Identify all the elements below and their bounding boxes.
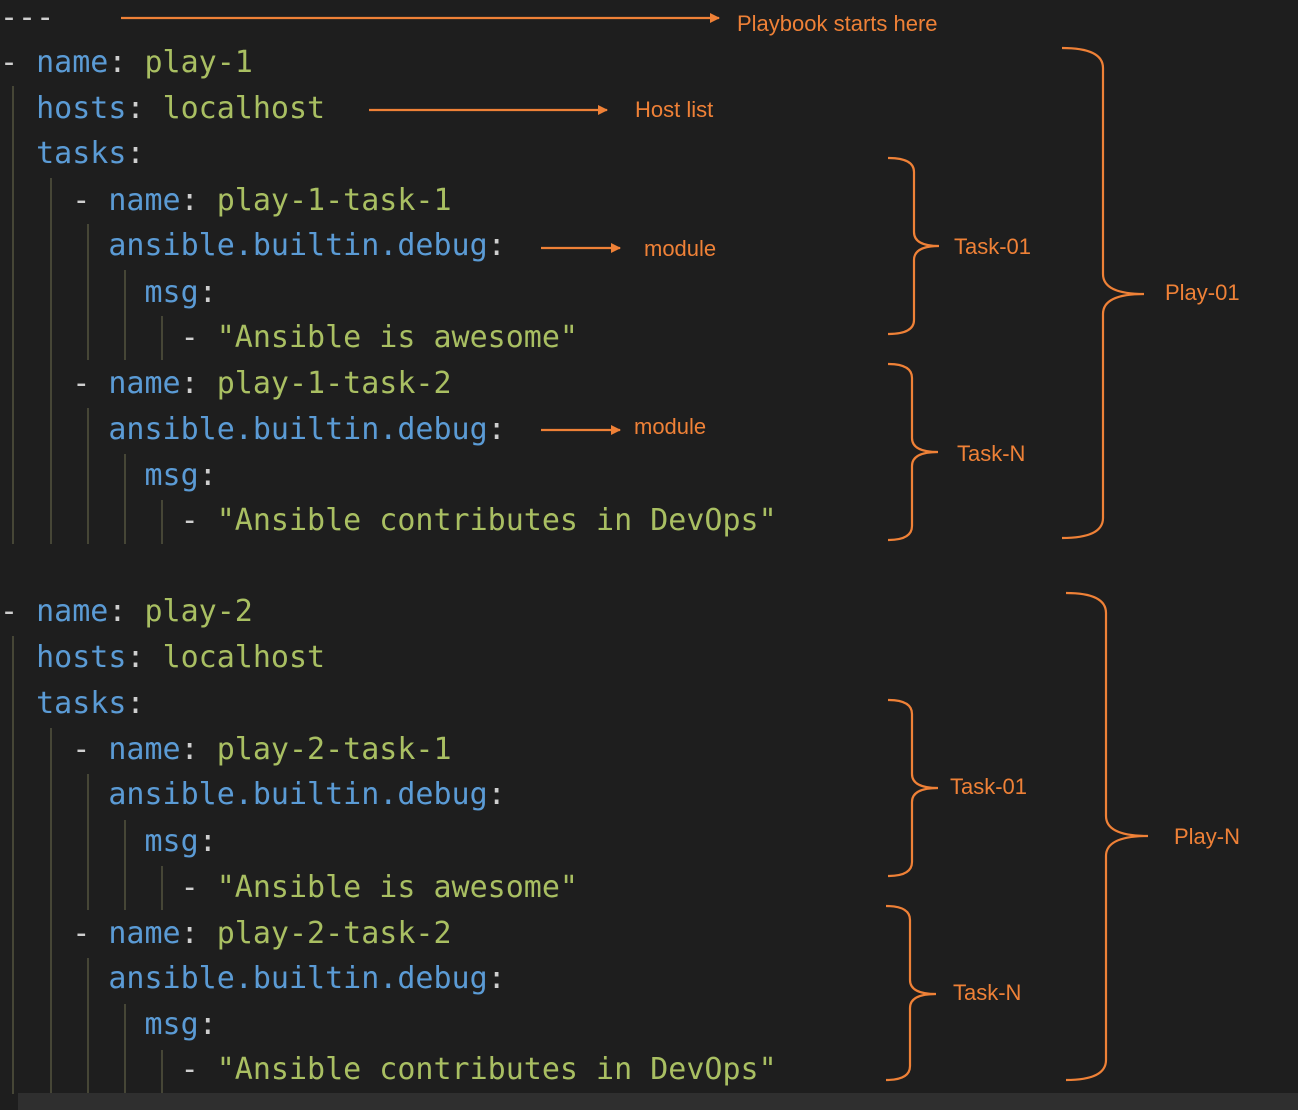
annotation-layer bbox=[121, 13, 1149, 1082]
module-label: module bbox=[644, 236, 717, 261]
code-annotation-diagram: --- - name: play-1 hosts: localhost task… bbox=[0, 0, 1298, 1110]
brace-play-1 bbox=[1061, 46, 1145, 540]
brace-play-1-task-1 bbox=[887, 156, 940, 336]
task-01-label: Task-01 bbox=[950, 774, 1028, 799]
task-n-label: Task-N bbox=[957, 441, 1026, 466]
brace-play-1-task-n bbox=[887, 362, 939, 542]
module-label: module bbox=[634, 414, 707, 439]
play-n-label: Play-N bbox=[1174, 824, 1241, 849]
task-n-label: Task-N bbox=[953, 980, 1022, 1005]
play-01-label: Play-01 bbox=[1165, 280, 1240, 305]
brace-play-2-task-1 bbox=[887, 698, 939, 878]
brace-play-2-task-n bbox=[885, 904, 937, 1082]
host-list-label: Host list bbox=[635, 97, 714, 122]
brace-play-n bbox=[1065, 591, 1149, 1082]
playbook-start-label: Playbook starts here bbox=[737, 11, 938, 36]
horizontal-scrollbar[interactable] bbox=[18, 1093, 1298, 1110]
task-01-label: Task-01 bbox=[954, 234, 1032, 259]
